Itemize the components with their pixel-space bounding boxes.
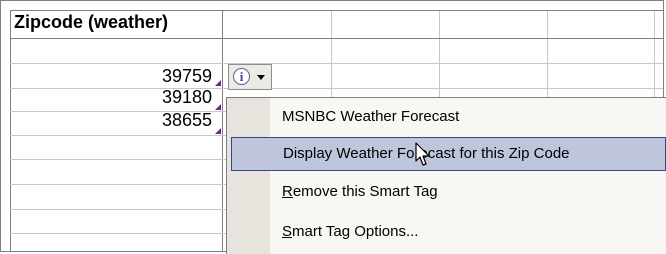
grid-line xyxy=(222,10,223,251)
chevron-down-icon xyxy=(257,75,265,80)
menu-item-remove-smart-tag[interactable]: Remove this Smart Tag xyxy=(227,176,666,210)
zipcode-cell[interactable]: 39759 xyxy=(16,66,212,87)
menu-item-display-weather-forecast[interactable]: Display Weather Forecast for this Zip Co… xyxy=(231,137,666,171)
mouse-cursor-icon xyxy=(415,142,430,166)
smart-tag-indicator[interactable] xyxy=(215,128,221,134)
smart-tag-indicator[interactable] xyxy=(215,80,221,86)
zipcode-cell[interactable]: 38655 xyxy=(16,110,212,131)
smart-tag-actions-button[interactable]: i xyxy=(228,64,272,90)
smart-tag-menu: MSNBC Weather Forecast Display Weather F… xyxy=(226,97,666,254)
info-icon: i xyxy=(233,68,250,85)
zipcode-column: 39759 39180 38655 xyxy=(0,0,212,254)
zipcode-cell[interactable]: 39180 xyxy=(16,87,212,108)
smart-tag-indicator[interactable] xyxy=(215,104,221,110)
menu-item-smart-tag-options[interactable]: Smart Tag Options... xyxy=(227,216,666,250)
menu-item-msnbc-weather-forecast: MSNBC Weather Forecast xyxy=(282,108,460,125)
